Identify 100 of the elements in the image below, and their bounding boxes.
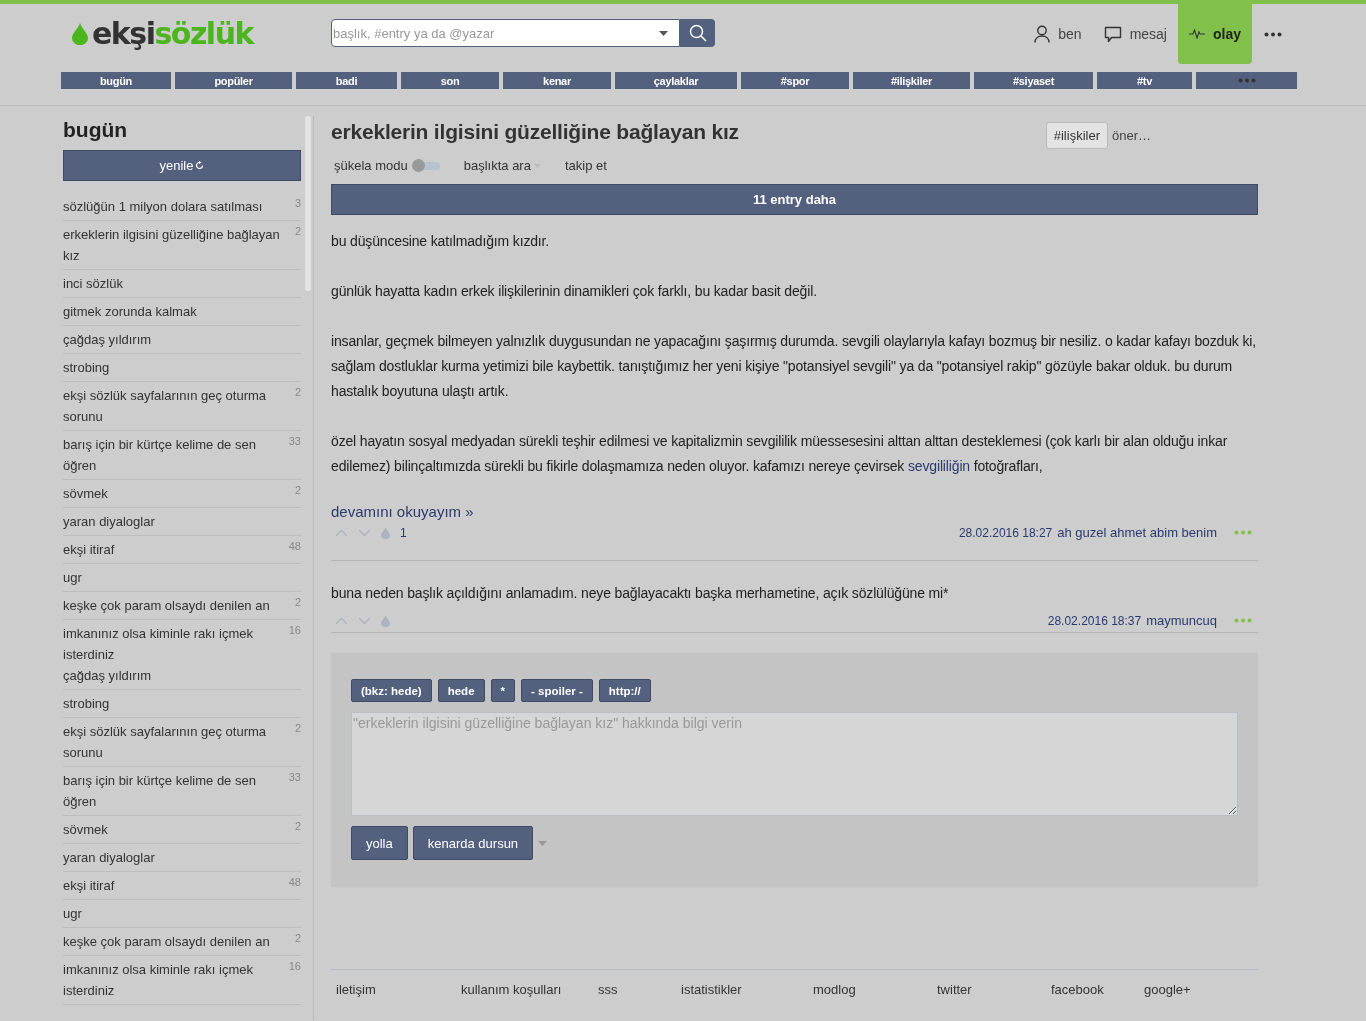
search-icon [688, 24, 707, 42]
nav-tab[interactable]: son [401, 72, 499, 89]
author-link[interactable]: maymuncuq [1146, 613, 1217, 628]
menu-item[interactable]: olay [1178, 4, 1252, 64]
nav-tab[interactable]: #siyaset [974, 72, 1093, 89]
favorite-count[interactable]: 1 [400, 525, 407, 540]
follow-link[interactable]: takip et [564, 158, 607, 173]
entry-count: 2 [294, 931, 301, 946]
footer-link[interactable]: iletişim [336, 982, 376, 997]
topic-link[interactable]: ekşi sözlük sayfalarının geç oturma sorunu [63, 721, 285, 763]
topic-link[interactable]: gitmek zorunda kalmak [63, 301, 285, 322]
entry-count: 16 [288, 623, 301, 638]
send-button[interactable]: yolla [351, 826, 408, 860]
downvote-icon[interactable] [358, 616, 371, 625]
topic-link[interactable]: ekşi sözlük sayfalarının geç oturma sorunu [63, 385, 285, 427]
drop-icon[interactable] [381, 614, 390, 627]
entry-date[interactable]: 28.02.2016 18:27 [958, 525, 1053, 540]
entry-count: 33 [288, 434, 301, 449]
topic-link[interactable]: imkanınız olsa kiminle rakı içmek isterdiniz [63, 959, 285, 1001]
topic-link[interactable]: yaran diyaloglar [63, 847, 285, 868]
refresh-button[interactable]: yenile [63, 150, 301, 181]
topic-link[interactable]: çağdaş yıldırım [63, 665, 285, 686]
format-button[interactable]: * [490, 679, 516, 702]
nav-tab[interactable]: badi [296, 72, 397, 89]
topic-link[interactable]: barış için bir kürtçe kelime de sen öğren [63, 770, 285, 812]
format-button[interactable]: (bkz: hede) [351, 679, 432, 702]
footer-link[interactable]: facebook [1051, 982, 1104, 997]
footer-link[interactable]: istatistikler [681, 982, 742, 997]
upvote-icon[interactable] [335, 528, 348, 537]
nav-tab[interactable]: kenar [503, 72, 611, 89]
topic-link[interactable]: keşke çok param olsaydı denilen an [63, 931, 285, 952]
nav-tab[interactable]: bugün [61, 72, 171, 89]
footer-link[interactable]: twitter [937, 982, 972, 997]
topic-link[interactable]: strobing [63, 357, 285, 378]
search-in-topic-link[interactable]: başlıkta ara [463, 158, 531, 173]
search-field[interactable]: başlık, #entry ya da @yazar [331, 19, 680, 47]
logo[interactable]: ekşisözlük [72, 16, 331, 51]
format-button[interactable]: - spoiler - [521, 679, 593, 702]
topic-link[interactable]: yaran diyaloglar [63, 511, 285, 532]
footer-link[interactable]: kullanım koşulları [461, 982, 562, 997]
topic-link[interactable]: ekşi itiraf [63, 539, 285, 560]
toggle-label: şükela modu [334, 158, 408, 173]
save-draft-button[interactable]: kenarda dursun [412, 826, 534, 860]
entry-input[interactable]: "erkeklerin ilgisini güzelliğine bağlayan kız" hakkında bilgi verin [351, 712, 1238, 816]
topic-link[interactable]: erkeklerin ilgisini güzelliğine bağlayan kız [63, 224, 285, 266]
entry-text: insanlar, geçmek bilmeyen yalnızlık duygusundan ne yapacağını şaşırmış durumda. sevgili olaylarıyla kafayı bozmuş bir nesiliz. o kadar kafayı bozduk ki, sağlam dostluklar kurma yetimizi bile kaybettik. tanıştığımız her yeni kişiye "potansiyel sevgili" ya da "potansiyel rakip" gözüyle bakar olduk. bu durum hastalık boyutuna ulaştı artık. [331, 332, 1257, 401]
menu-item[interactable]: mesaj [1092, 4, 1178, 64]
nav-tab[interactable]: popüler [175, 72, 292, 89]
entry-count: 48 [288, 539, 301, 554]
topic-link[interactable]: barış için bir kürtçe kelime de sen öğren [63, 434, 285, 476]
entry-count: 2 [294, 224, 301, 239]
topic-link[interactable]: strobing [63, 693, 285, 714]
search-button[interactable] [680, 19, 715, 47]
format-button[interactable]: http:// [598, 679, 651, 702]
topic-link[interactable]: çağdaş yıldırım [63, 329, 285, 350]
caret-icon[interactable] [659, 31, 668, 36]
topic-link[interactable]: ekşi itiraf [63, 875, 285, 896]
pulse-icon [1189, 29, 1205, 39]
format-button[interactable]: hede [437, 679, 485, 702]
entry-text: özel hayatın sosyal medyadan sürekli teşhir edilmesi ve kapitalizmin sevgililik müessesesini alttan alttan desteklemesi (çok karlı bir alan olduğu inkar edilemez) bilinçaltımızda sürekli bu fikirle dolaşmamıza neden oluyor. kafamızı nereye çevirsek sevgililiğin fotoğrafları, [331, 432, 1229, 476]
entry-count: 2 [294, 721, 301, 736]
more-icon[interactable] [1264, 31, 1282, 37]
topic-link[interactable]: sözlüğün 1 milyon dolara satılması [63, 196, 285, 217]
drop-icon [72, 22, 88, 45]
sidebar-title: bugün [63, 118, 129, 142]
read-more-link[interactable]: devamını okuyayım » [331, 503, 474, 520]
topic-link[interactable]: sövmek [63, 819, 285, 840]
footer-link[interactable]: google+ [1144, 982, 1191, 997]
menu-item[interactable]: ben [1023, 4, 1093, 64]
nav-tab[interactable]: #ilişkiler [853, 72, 970, 89]
entry-count: 2 [294, 819, 301, 834]
topic-link[interactable]: ugr [63, 567, 285, 588]
nav-tab[interactable]: çaylaklar [615, 72, 737, 89]
more-tab[interactable] [1196, 72, 1297, 89]
entry-text: buna neden başlık açıldığını anlamadım. neye bağlayacaktı başka merhametine, açık sözlülüğüne mi* [331, 584, 950, 603]
topic-title: erkeklerin ilgisini güzelliğine bağlayan kız [331, 120, 739, 144]
link[interactable]: sevgililiğin [907, 458, 970, 474]
entry-count: 2 [294, 385, 301, 400]
entry-count: 3 [294, 196, 301, 211]
entry-date[interactable]: 28.02.2016 18:37 [1047, 613, 1142, 628]
entry-count: 48 [288, 875, 301, 890]
upvote-icon[interactable] [335, 616, 348, 625]
more-entries-button[interactable]: 11 entry daha [331, 184, 1258, 215]
entry-text: bu düşüncesine katılmadığım kızdır. [331, 232, 551, 251]
footer-link[interactable]: modlog [813, 982, 856, 997]
suggest-link[interactable]: öner… [1111, 128, 1151, 143]
nav-tab[interactable]: #tv [1097, 72, 1192, 89]
author-link[interactable]: ah guzel ahmet abim benim [1057, 525, 1217, 540]
entry-text: günlük hayatta kadın erkek ilişkilerinin dinamikleri çok farklı, bu kadar basit değil. [331, 282, 818, 301]
footer-link[interactable]: sss [598, 982, 618, 997]
topic-link[interactable]: sövmek [63, 483, 285, 504]
entry-count: 16 [288, 959, 301, 974]
toggle-switch[interactable] [413, 161, 440, 170]
topic-link[interactable]: inci sözlük [63, 273, 285, 294]
channel-tag[interactable]: #ilişkiler [1045, 122, 1108, 149]
topic-link[interactable]: keşke çok param olsaydı denilen an [63, 595, 285, 616]
nav-tab[interactable]: #spor [741, 72, 849, 89]
topic-link[interactable]: ugr [63, 903, 285, 924]
downvote-icon[interactable] [358, 528, 371, 537]
drop-icon[interactable] [381, 526, 390, 539]
